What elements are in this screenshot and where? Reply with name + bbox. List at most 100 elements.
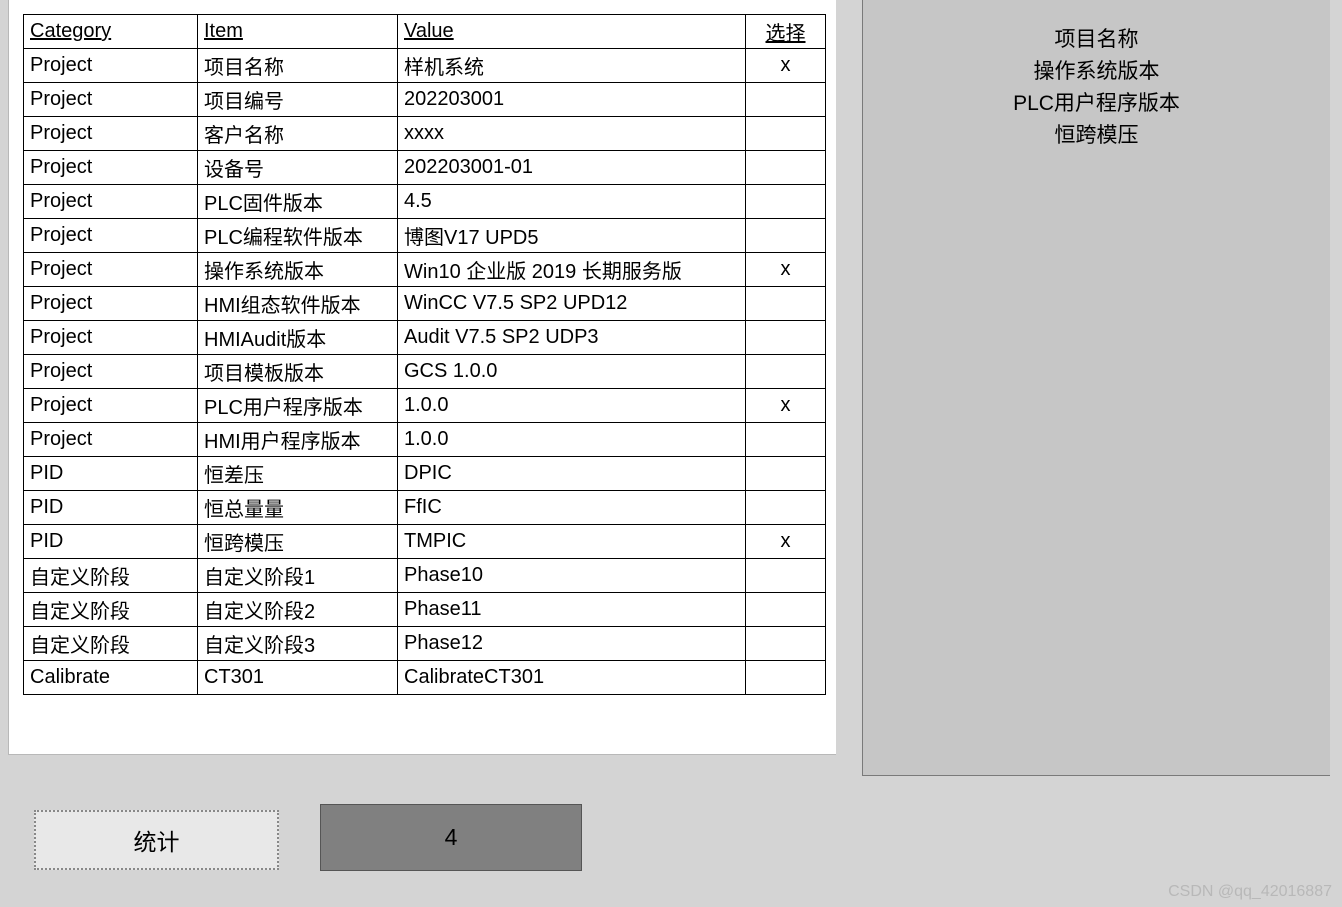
cell-value[interactable]: xxxx: [398, 117, 746, 151]
cell-item[interactable]: 项目模板版本: [198, 355, 398, 389]
cell-item[interactable]: 自定义阶段1: [198, 559, 398, 593]
cell-item[interactable]: 设备号: [198, 151, 398, 185]
cell-select[interactable]: [746, 593, 826, 627]
cell-select[interactable]: [746, 321, 826, 355]
cell-select[interactable]: [746, 355, 826, 389]
cell-value[interactable]: 1.0.0: [398, 389, 746, 423]
cell-value[interactable]: Phase11: [398, 593, 746, 627]
cell-category[interactable]: 自定义阶段: [24, 593, 198, 627]
cell-value[interactable]: CalibrateCT301: [398, 661, 746, 695]
cell-category[interactable]: Project: [24, 355, 198, 389]
cell-select[interactable]: [746, 185, 826, 219]
table-row[interactable]: PID恒跨模压TMPICx: [24, 525, 826, 559]
table-row[interactable]: 自定义阶段自定义阶段3Phase12: [24, 627, 826, 661]
stat-button[interactable]: 统计: [34, 810, 279, 870]
cell-item[interactable]: 客户名称: [198, 117, 398, 151]
cell-select[interactable]: [746, 219, 826, 253]
table-row[interactable]: Project操作系统版本Win10 企业版 2019 长期服务版x: [24, 253, 826, 287]
cell-value[interactable]: Audit V7.5 SP2 UDP3: [398, 321, 746, 355]
table-row[interactable]: Project客户名称xxxx: [24, 117, 826, 151]
cell-category[interactable]: Project: [24, 389, 198, 423]
table-row[interactable]: ProjectPLC编程软件版本博图V17 UPD5: [24, 219, 826, 253]
cell-select[interactable]: [746, 491, 826, 525]
cell-select[interactable]: [746, 287, 826, 321]
cell-item[interactable]: HMIAudit版本: [198, 321, 398, 355]
cell-item[interactable]: 项目名称: [198, 49, 398, 83]
cell-category[interactable]: PID: [24, 525, 198, 559]
cell-value[interactable]: GCS 1.0.0: [398, 355, 746, 389]
table-row[interactable]: Project项目模板版本GCS 1.0.0: [24, 355, 826, 389]
table-row[interactable]: ProjectHMIAudit版本Audit V7.5 SP2 UDP3: [24, 321, 826, 355]
cell-select[interactable]: [746, 627, 826, 661]
cell-value[interactable]: Phase12: [398, 627, 746, 661]
table-row[interactable]: PID恒差压DPIC: [24, 457, 826, 491]
table-row[interactable]: ProjectHMI组态软件版本WinCC V7.5 SP2 UPD12: [24, 287, 826, 321]
cell-value[interactable]: Phase10: [398, 559, 746, 593]
cell-category[interactable]: Project: [24, 253, 198, 287]
cell-select[interactable]: [746, 457, 826, 491]
header-select[interactable]: 选择: [746, 15, 826, 49]
cell-item[interactable]: 恒跨模压: [198, 525, 398, 559]
cell-select[interactable]: x: [746, 49, 826, 83]
cell-item[interactable]: PLC编程软件版本: [198, 219, 398, 253]
cell-item[interactable]: PLC用户程序版本: [198, 389, 398, 423]
cell-category[interactable]: 自定义阶段: [24, 559, 198, 593]
cell-select[interactable]: [746, 423, 826, 457]
table-row[interactable]: ProjectPLC固件版本4.5: [24, 185, 826, 219]
cell-select[interactable]: x: [746, 525, 826, 559]
cell-item[interactable]: HMI组态软件版本: [198, 287, 398, 321]
cell-value[interactable]: 202203001: [398, 83, 746, 117]
cell-value[interactable]: 博图V17 UPD5: [398, 219, 746, 253]
cell-item[interactable]: 自定义阶段2: [198, 593, 398, 627]
table-row[interactable]: ProjectPLC用户程序版本1.0.0x: [24, 389, 826, 423]
cell-item[interactable]: 项目编号: [198, 83, 398, 117]
cell-item[interactable]: 操作系统版本: [198, 253, 398, 287]
header-item[interactable]: Item: [198, 15, 398, 49]
cell-select[interactable]: x: [746, 389, 826, 423]
cell-category[interactable]: 自定义阶段: [24, 627, 198, 661]
cell-select[interactable]: [746, 83, 826, 117]
cell-value[interactable]: WinCC V7.5 SP2 UPD12: [398, 287, 746, 321]
cell-category[interactable]: Project: [24, 151, 198, 185]
cell-value[interactable]: 202203001-01: [398, 151, 746, 185]
cell-category[interactable]: Project: [24, 83, 198, 117]
cell-select[interactable]: [746, 117, 826, 151]
cell-category[interactable]: Project: [24, 321, 198, 355]
cell-select[interactable]: [746, 559, 826, 593]
cell-item[interactable]: 恒差压: [198, 457, 398, 491]
cell-item[interactable]: 自定义阶段3: [198, 627, 398, 661]
cell-category[interactable]: Project: [24, 49, 198, 83]
cell-item[interactable]: CT301: [198, 661, 398, 695]
cell-value[interactable]: 4.5: [398, 185, 746, 219]
cell-value[interactable]: Win10 企业版 2019 长期服务版: [398, 253, 746, 287]
table-row[interactable]: Project项目名称样机系统x: [24, 49, 826, 83]
cell-category[interactable]: PID: [24, 457, 198, 491]
cell-value[interactable]: 1.0.0: [398, 423, 746, 457]
cell-item[interactable]: PLC固件版本: [198, 185, 398, 219]
cell-select[interactable]: x: [746, 253, 826, 287]
cell-value[interactable]: DPIC: [398, 457, 746, 491]
cell-category[interactable]: Calibrate: [24, 661, 198, 695]
cell-value[interactable]: 样机系统: [398, 49, 746, 83]
cell-select[interactable]: [746, 661, 826, 695]
header-value[interactable]: Value: [398, 15, 746, 49]
cell-item[interactable]: HMI用户程序版本: [198, 423, 398, 457]
cell-category[interactable]: Project: [24, 287, 198, 321]
table-row[interactable]: Project设备号202203001-01: [24, 151, 826, 185]
cell-item[interactable]: 恒总量量: [198, 491, 398, 525]
header-category[interactable]: Category: [24, 15, 198, 49]
table-row[interactable]: Project项目编号202203001: [24, 83, 826, 117]
cell-category[interactable]: Project: [24, 117, 198, 151]
table-row[interactable]: ProjectHMI用户程序版本1.0.0: [24, 423, 826, 457]
cell-select[interactable]: [746, 151, 826, 185]
table-row[interactable]: PID恒总量量FfIC: [24, 491, 826, 525]
cell-category[interactable]: Project: [24, 219, 198, 253]
cell-value[interactable]: TMPIC: [398, 525, 746, 559]
cell-category[interactable]: PID: [24, 491, 198, 525]
cell-value[interactable]: FfIC: [398, 491, 746, 525]
cell-category[interactable]: Project: [24, 423, 198, 457]
cell-category[interactable]: Project: [24, 185, 198, 219]
table-row[interactable]: 自定义阶段自定义阶段2Phase11: [24, 593, 826, 627]
table-row[interactable]: 自定义阶段自定义阶段1Phase10: [24, 559, 826, 593]
table-row[interactable]: CalibrateCT301CalibrateCT301: [24, 661, 826, 695]
